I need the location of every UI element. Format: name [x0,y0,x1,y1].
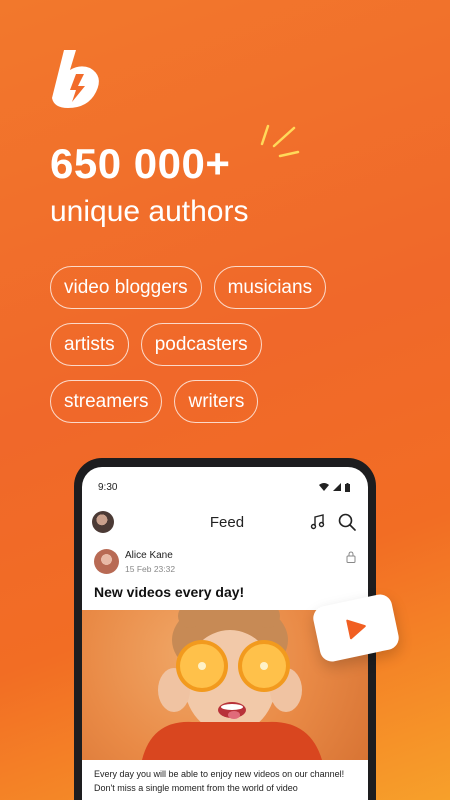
chip-row: artists podcasters [50,323,410,366]
status-bar: 9:30 [82,467,368,507]
profile-avatar[interactable] [92,511,114,533]
status-icons [319,482,350,492]
post-body: Every day you will be able to enjoy new … [94,769,345,793]
wifi-icon [319,483,329,491]
post-date: 15 Feb 23:32 [125,563,176,574]
post-meta: Alice Kane 15 Feb 23:32 [125,550,175,574]
music-note-icon[interactable] [310,514,326,530]
post-header: Alice Kane 15 Feb 23:32 [82,537,368,574]
app-bar: Feed [82,507,368,537]
post-title: New videos every day! [94,584,245,600]
chip-row: video bloggers musicians [50,266,410,309]
status-time: 9:30 [98,481,118,493]
search-icon[interactable] [338,513,356,531]
chip-row: streamers writers [50,380,410,423]
sparkle-icon [260,124,300,158]
chip-artists[interactable]: artists [50,323,129,366]
lock-icon [346,551,356,563]
battery-icon [345,482,350,492]
chip-musicians[interactable]: musicians [213,266,327,309]
category-chips: video bloggers musicians artists podcast… [50,266,410,437]
page-title: Feed [209,513,245,531]
signal-icon [333,483,341,491]
chip-video-bloggers[interactable]: video bloggers [50,266,202,309]
authors-count-headline: 650 000+ [50,140,231,187]
author-name[interactable]: Alice Kane [125,550,175,561]
authors-subline: unique authors [50,195,249,228]
play-icon [346,619,366,640]
author-avatar[interactable] [94,549,119,574]
app-bar-actions [310,513,356,531]
brand-logo-icon [52,50,99,108]
chip-streamers[interactable]: streamers [50,380,163,423]
chip-writers[interactable]: writers [174,380,259,423]
chip-podcasters[interactable]: podcasters [140,323,262,366]
